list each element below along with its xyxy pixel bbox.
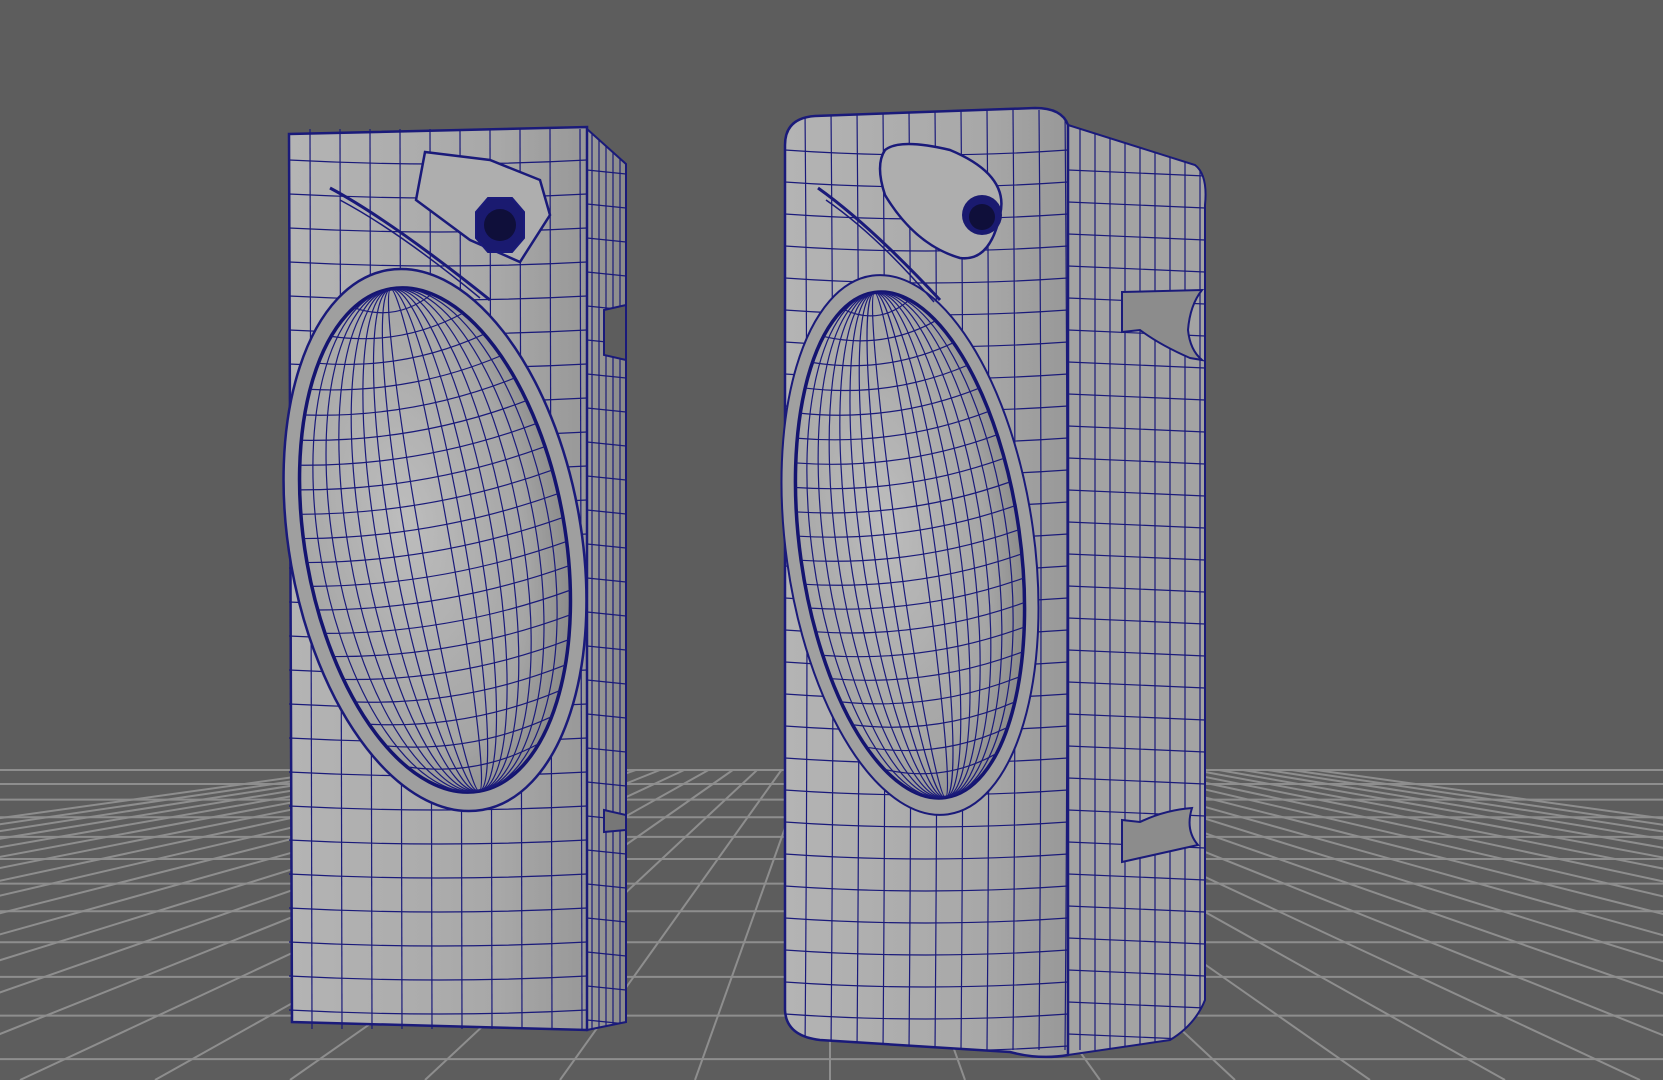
3d-viewport[interactable]: [0, 0, 1663, 1080]
speaker-smoothed[interactable]: [749, 106, 1207, 1059]
speaker-a-notch-top: [603, 303, 627, 362]
speaker-a-notch-bottom: [603, 808, 627, 834]
speaker-low-poly[interactable]: [244, 125, 627, 1032]
speaker-b-tweeter-hole: [969, 204, 995, 230]
speaker-a-tweeter-hole: [484, 209, 516, 241]
viewport-canvas[interactable]: [0, 0, 1663, 1080]
